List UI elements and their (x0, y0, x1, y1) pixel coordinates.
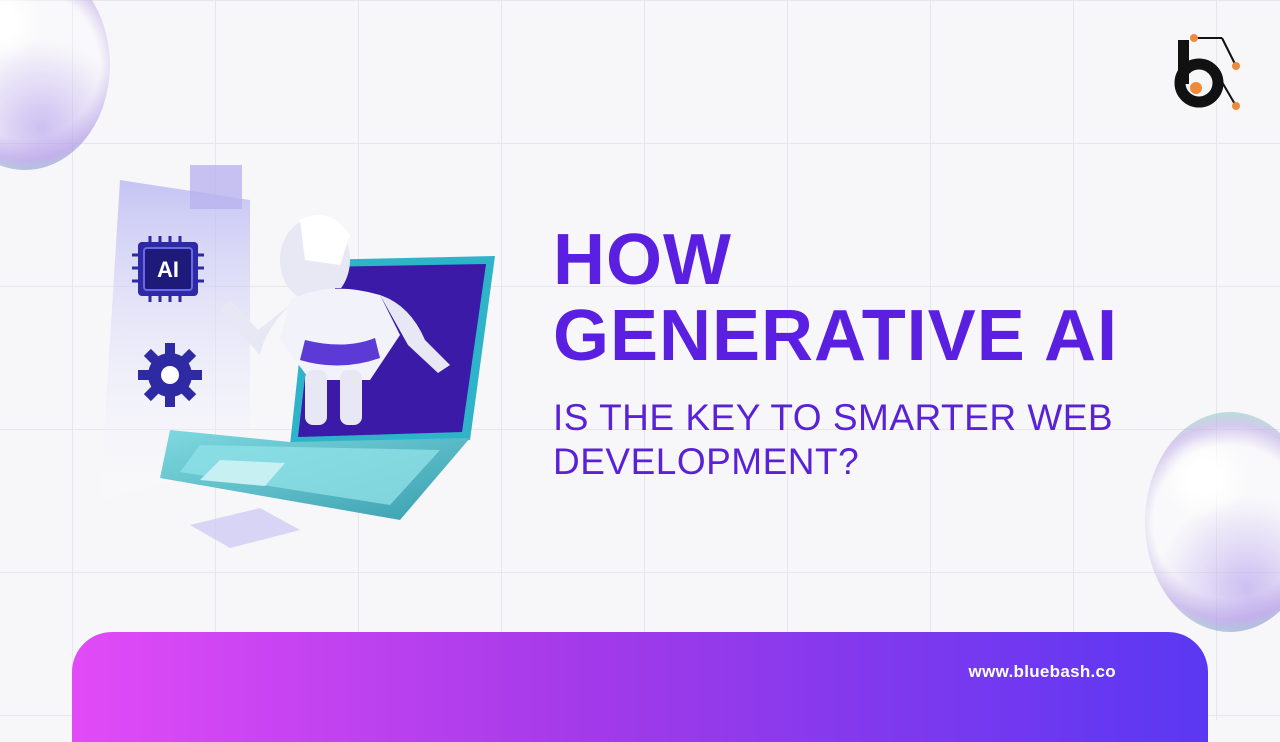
bluebash-logo (1174, 34, 1240, 110)
ai-chip-label: AI (157, 257, 179, 282)
subheadline-line-2: DEVELOPMENT? (553, 441, 860, 482)
headline: HOW GENERATIVE AI IS THE KEY TO SMARTER … (553, 222, 1118, 484)
gear-icon (138, 343, 202, 407)
footer-bar: www.bluebash.co (72, 632, 1208, 742)
headline-line-2: GENERATIVE AI (553, 296, 1119, 376)
subheadline-line-1: IS THE KEY TO SMARTER WEB (553, 397, 1114, 438)
website-link[interactable]: www.bluebash.co (969, 662, 1116, 682)
headline-line-1: HOW (553, 220, 732, 300)
ai-chip-icon: AI (132, 236, 204, 302)
robot-laptop-illustration: AI (100, 165, 495, 548)
